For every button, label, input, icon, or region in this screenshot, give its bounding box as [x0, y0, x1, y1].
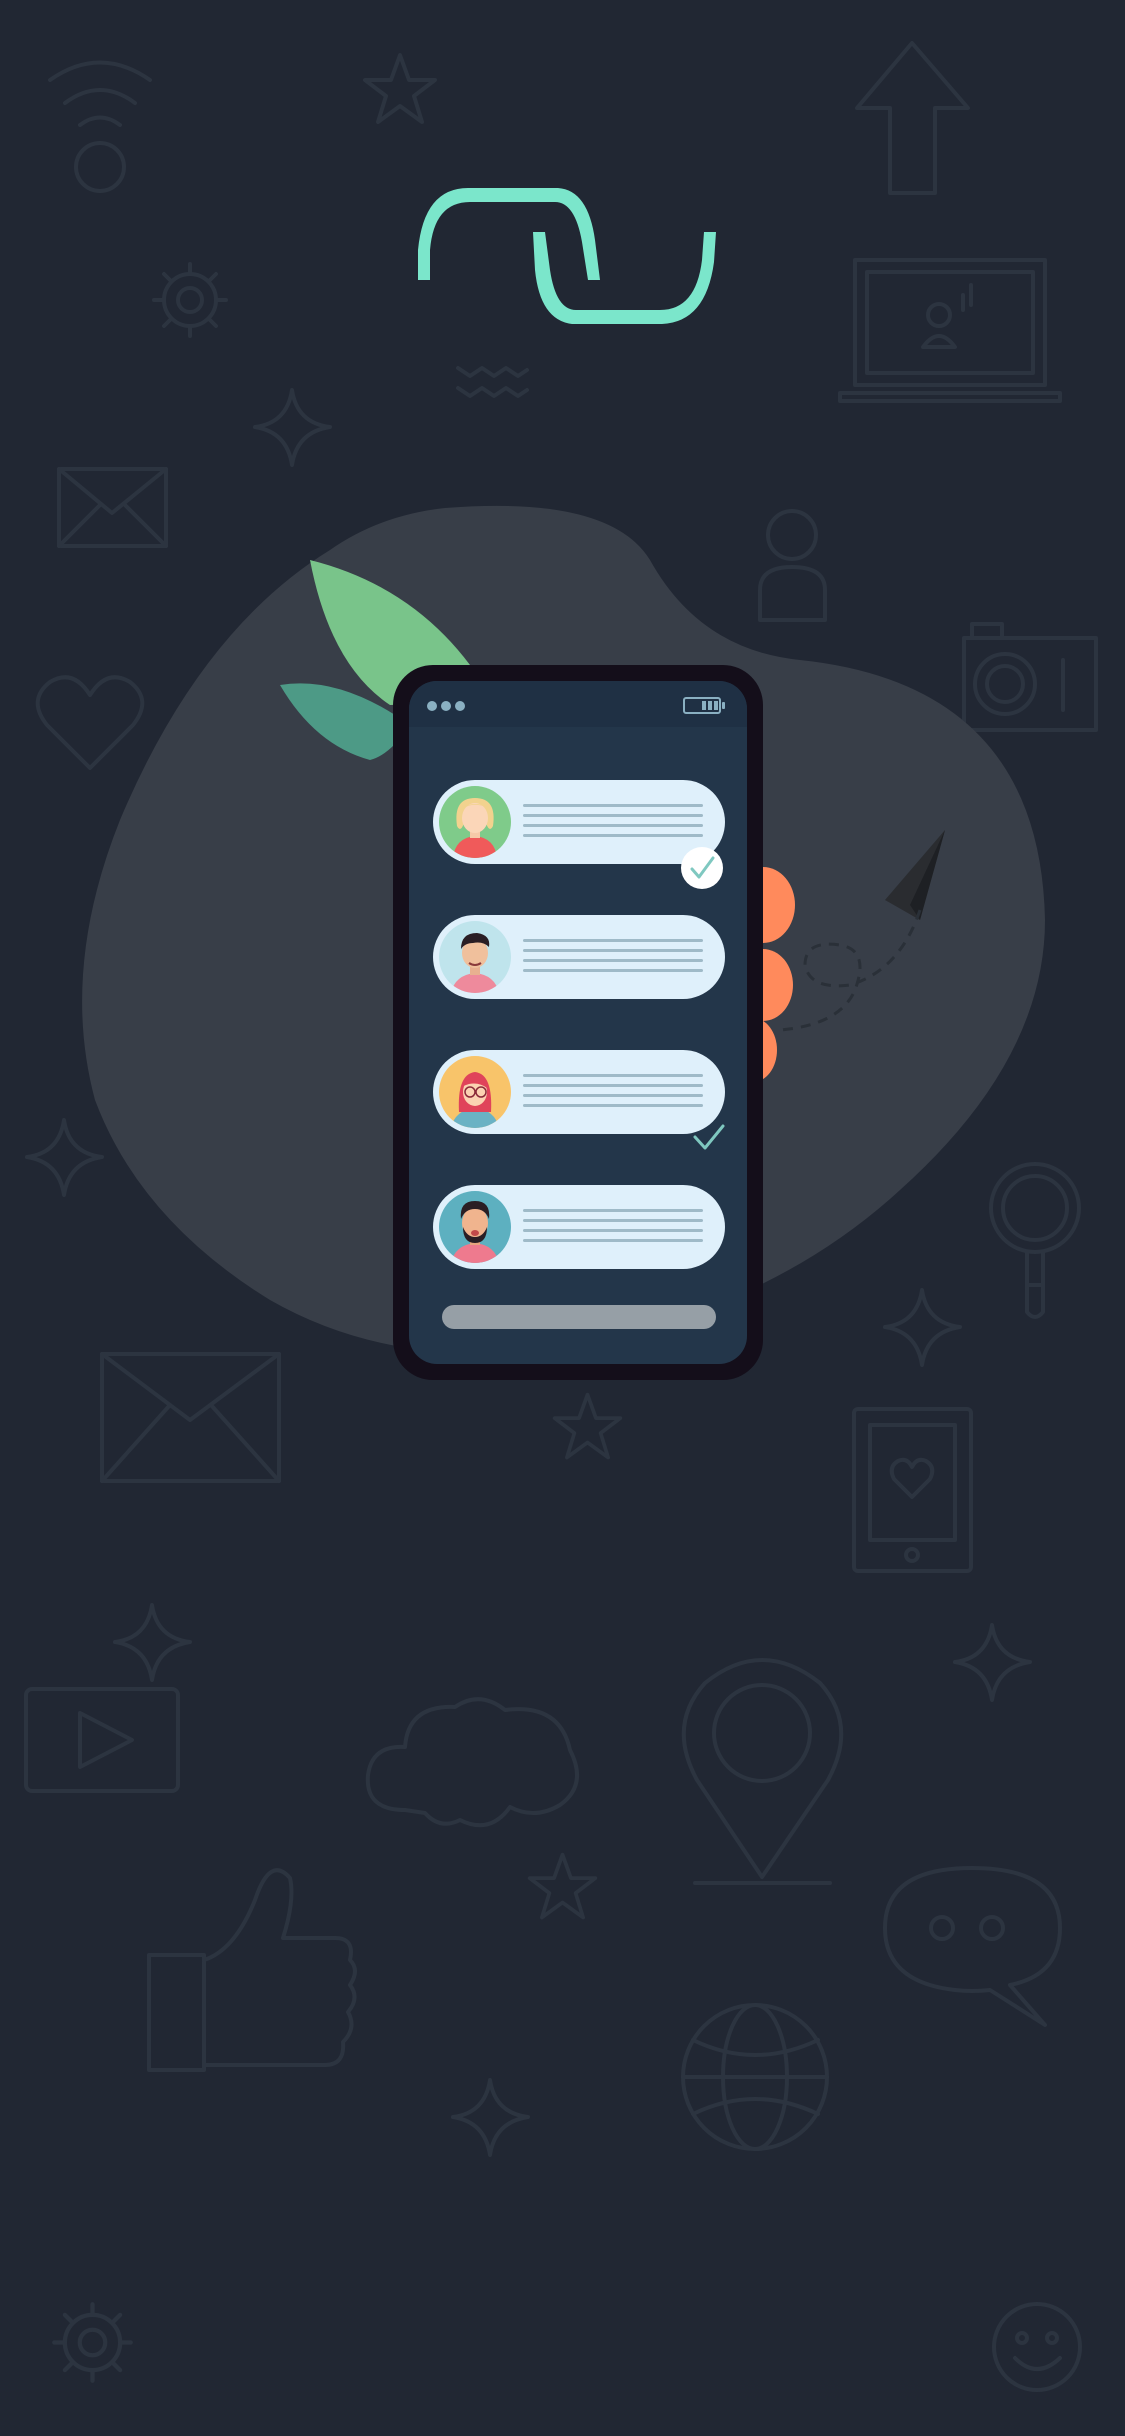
- battery-icon: [683, 697, 725, 714]
- star-icon: [360, 50, 440, 130]
- star-icon: [250, 385, 335, 470]
- check-icon: [691, 1123, 727, 1153]
- message-line: [523, 1104, 703, 1107]
- avatar: [439, 1191, 511, 1263]
- gear-icon: [50, 2300, 135, 2385]
- message-line: [523, 1209, 703, 1212]
- message-line: [523, 1074, 703, 1077]
- phone-mockup: [393, 665, 763, 1380]
- chat-bubble-icon: [880, 1860, 1065, 2030]
- message-line: [523, 824, 703, 827]
- signal-dot: [441, 701, 451, 711]
- message-line: [523, 949, 703, 952]
- waves-icon: [455, 360, 530, 405]
- message-line: [523, 1094, 703, 1097]
- thumbs-up-icon: [145, 1860, 360, 2075]
- star-icon: [525, 1850, 600, 1925]
- message-line: [523, 969, 703, 972]
- star-icon: [110, 1600, 195, 1685]
- message-line: [523, 1084, 703, 1087]
- star-icon: [950, 1620, 1035, 1705]
- wave-logo-icon: [410, 180, 720, 330]
- laptop-icon: [835, 255, 1065, 405]
- tablet-heart-icon: [850, 1405, 975, 1575]
- message-line: [523, 939, 703, 942]
- signal-dots-icon: [427, 701, 437, 711]
- phone-screen: [409, 681, 747, 1364]
- list-item[interactable]: [433, 1050, 725, 1134]
- message-line: [523, 959, 703, 962]
- status-bar: [409, 681, 747, 727]
- home-indicator[interactable]: [442, 1305, 716, 1329]
- location-pin-icon: [675, 1655, 850, 1890]
- paper-plane-icon: [760, 820, 960, 1060]
- arrow-up-icon: [850, 38, 975, 198]
- star-icon: [448, 2075, 533, 2160]
- message-line: [523, 814, 703, 817]
- wifi-icon: [40, 55, 160, 200]
- avatar: [439, 1056, 511, 1128]
- check-badge-icon: [681, 847, 723, 889]
- message-line: [523, 1229, 703, 1232]
- avatar: [439, 786, 511, 858]
- star-icon: [550, 1390, 625, 1465]
- video-play-icon: [22, 1685, 182, 1795]
- avatar: [439, 921, 511, 993]
- list-item[interactable]: [433, 915, 725, 999]
- globe-icon: [678, 2000, 833, 2155]
- message-line: [523, 834, 703, 837]
- message-line: [523, 1219, 703, 1222]
- list-item[interactable]: [433, 1185, 725, 1269]
- signal-dot: [455, 701, 465, 711]
- message-line: [523, 804, 703, 807]
- mail-icon: [98, 1350, 283, 1485]
- cloud-icon: [360, 1685, 590, 1835]
- message-line: [523, 1239, 703, 1242]
- smiley-icon: [990, 2300, 1085, 2395]
- gear-icon: [150, 260, 230, 340]
